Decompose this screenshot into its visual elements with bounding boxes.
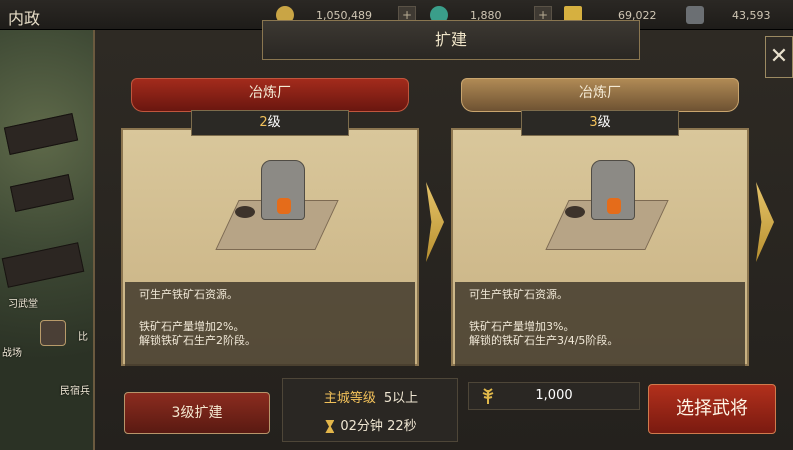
card-next-level: 冶炼厂 可生产铁矿石资源。 铁矿石产量增加3%。 解锁的铁矿石生产3/4/5阶段… [451, 78, 749, 366]
map-label-training-hall: 习武堂 [8, 299, 38, 310]
building-preview: 可生产铁矿石资源。 铁矿石产量增加3%。 解锁的铁矿石生产3/4/5阶段。 [451, 128, 749, 366]
building-roof [1, 242, 85, 288]
description-box: 可生产铁矿石资源。 铁矿石产量增加3%。 解锁的铁矿石生产3/4/5阶段。 [455, 282, 745, 366]
select-general-button[interactable]: 选择武将 [648, 384, 776, 434]
pot-shape [565, 206, 585, 218]
build-time: 02分钟 22秒 [283, 415, 459, 434]
card-current-level: 冶炼厂 可生产铁矿石资源。 铁矿石产量增加2%。 解锁铁矿石生产2阶段。 2级 [121, 78, 419, 366]
desc-line: 可生产铁矿石资源。 [469, 288, 568, 301]
castle-level-requirement: 主城等级 5以上 [283, 387, 459, 406]
building-roof [9, 174, 75, 212]
cost-value: 1,000 [535, 388, 573, 403]
map-label-battlefield: 战场 [2, 348, 22, 359]
building-roof [3, 113, 79, 155]
map-label-residence: 民宿兵 [60, 386, 90, 397]
level-badge: 2级 [191, 110, 349, 136]
description-box: 可生产铁矿石资源。 铁矿石产量增加2%。 解锁铁矿石生产2阶段。 [125, 282, 415, 366]
desc-line: 铁矿石产量增加3%。 [469, 320, 575, 333]
desc-line: 解锁的铁矿石生产3/4/5阶段。 [469, 334, 619, 347]
smelter-illustration [545, 150, 669, 260]
building-preview: 可生产铁矿石资源。 铁矿石产量增加2%。 解锁铁矿石生产2阶段。 [121, 128, 419, 366]
level-suffix: 级 [267, 115, 281, 130]
requirements-box: 主城等级 5以上 02分钟 22秒 [282, 378, 458, 442]
desc-line: 解锁铁矿石生产2阶段。 [139, 334, 256, 347]
fire-shape [277, 198, 291, 214]
dialog-header: 扩建 [262, 20, 640, 60]
resource-value: 43,593 [732, 8, 771, 22]
iron-icon [686, 6, 704, 24]
map-label-misc: 比 [78, 332, 88, 343]
level-number: 2 [259, 115, 268, 130]
cost-box: 1,000 [468, 382, 640, 410]
close-button[interactable]: ✕ [765, 36, 793, 78]
fire-shape [607, 198, 621, 214]
dialog-title: 扩建 [434, 30, 467, 49]
map-building-icon[interactable] [40, 320, 66, 346]
level-number: 3 [589, 115, 598, 130]
smelter-illustration [215, 150, 339, 260]
city-map-background: 习武堂 战场 民宿兵 比 [0, 0, 100, 450]
wheat-icon [479, 387, 497, 405]
desc-line: 可生产铁矿石资源。 [139, 288, 238, 301]
hourglass-icon [325, 420, 335, 433]
requirement-label: 主城等级 [323, 391, 376, 406]
level-badge: 3级 [521, 110, 679, 136]
upgrade-level-button[interactable]: 3级扩建 [124, 392, 270, 434]
building-name-ribbon: 冶炼厂 [461, 78, 739, 112]
building-name-ribbon: 冶炼厂 [131, 78, 409, 112]
pot-shape [235, 206, 255, 218]
build-time-value: 02分钟 22秒 [340, 419, 417, 434]
page-title: 内政 [8, 9, 41, 28]
resource-iron: 43,593 [686, 4, 771, 26]
requirement-value: 5以上 [383, 391, 419, 406]
desc-line: 铁矿石产量增加2%。 [139, 320, 245, 333]
level-suffix: 级 [597, 115, 611, 130]
